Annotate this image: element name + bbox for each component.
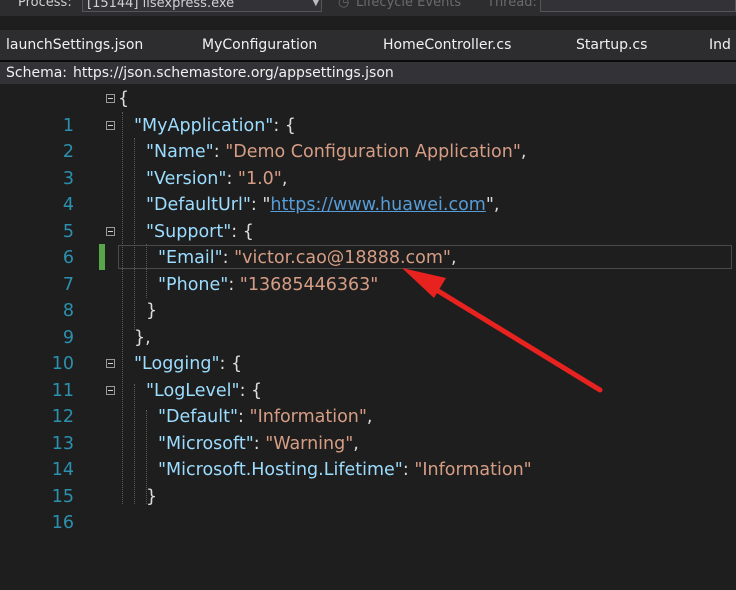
annotation-arrow: [402, 268, 603, 393]
arrow-shaft: [427, 283, 603, 393]
line-number: 16: [51, 513, 74, 533]
